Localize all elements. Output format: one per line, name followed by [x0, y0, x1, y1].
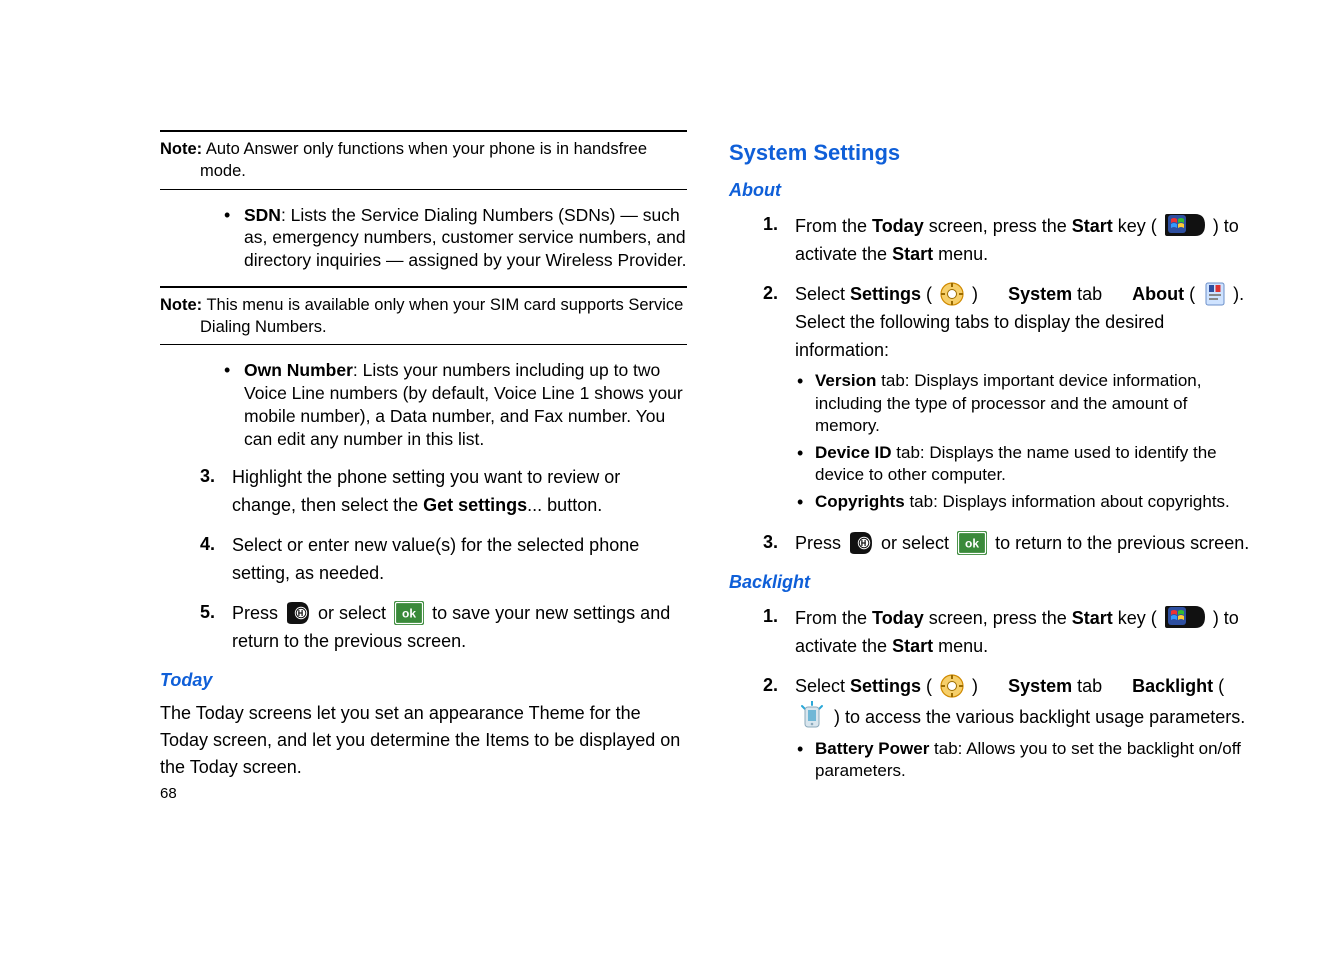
settings-label: Settings [850, 284, 921, 304]
step-number: 1. [763, 604, 795, 661]
about-step-1: 1. From the Today screen, press the Star… [763, 212, 1256, 269]
txt: tab [1072, 676, 1132, 696]
txt: key ( [1113, 608, 1162, 628]
ok-key-icon [286, 601, 310, 625]
start-key-icon [1165, 212, 1205, 238]
about-label: About [1132, 284, 1184, 304]
txt: key ( [1113, 216, 1162, 236]
settings-icon [940, 282, 964, 306]
bullet-own-number: Own Number: Lists your numbers including… [222, 359, 687, 450]
bullet-battery-power: Battery Power tab: Allows you to set the… [795, 738, 1256, 782]
txt: or select [881, 533, 954, 553]
txt: Select [795, 676, 850, 696]
ok-key-icon [849, 531, 873, 555]
step5-a: Press [232, 603, 283, 623]
device-id-label: Device ID [815, 443, 892, 462]
txt: menu. [933, 636, 988, 656]
txt: tab [1072, 284, 1132, 304]
backlight-label: Backlight [1132, 676, 1213, 696]
today-label: Today [872, 216, 924, 236]
txt: to return to the previous screen. [995, 533, 1249, 553]
step-number: 5. [200, 600, 232, 656]
step4-text: Select or enter new value(s) for the sel… [232, 532, 687, 588]
note-text: Auto Answer only functions when your pho… [200, 140, 647, 180]
txt: ) to access the various backlight usage … [829, 707, 1245, 727]
step-number: 3. [763, 530, 795, 558]
system-tab-label: System [1008, 284, 1072, 304]
about-icon [1203, 282, 1225, 306]
bullet-copyrights: Copyrights tab: Displays information abo… [795, 491, 1256, 513]
copyrights-label: Copyrights [815, 492, 905, 511]
txt: ( [921, 284, 937, 304]
sdn-label: SDN [244, 205, 281, 225]
version-label: Version [815, 371, 876, 390]
note-label: Note: [160, 296, 202, 314]
txt: ( [1184, 284, 1200, 304]
txt: From the [795, 216, 872, 236]
step-4: 4. Select or enter new value(s) for the … [200, 532, 687, 588]
txt: ( [1213, 676, 1224, 696]
note-label: Note: [160, 140, 202, 158]
step-number: 2. [763, 281, 795, 518]
start-menu-label: Start [892, 244, 933, 264]
txt: ) [967, 284, 1008, 304]
own-number-label: Own Number [244, 360, 353, 380]
start-label: Start [1072, 216, 1113, 236]
about-step-2: 2. Select Settings ( ) System tab About … [763, 281, 1256, 518]
step-number: 3. [200, 464, 232, 520]
txt: Press [795, 533, 846, 553]
txt: ( [921, 676, 937, 696]
txt: ) [967, 676, 1008, 696]
page-number: 68 [160, 784, 177, 804]
ok-button-icon [394, 601, 424, 625]
system-tab-label: System [1008, 676, 1072, 696]
step5-b: or select [318, 603, 391, 623]
note-auto-answer: Note: Auto Answer only functions when yo… [160, 138, 687, 183]
today-paragraph: The Today screens let you set an appeara… [160, 700, 687, 781]
copyrights-text: tab: Displays information about copyrigh… [905, 492, 1230, 511]
today-heading: Today [160, 668, 687, 692]
start-key-icon [1165, 604, 1205, 630]
sdn-text: : Lists the Service Dialing Numbers (SDN… [244, 205, 687, 271]
ok-button-icon [957, 531, 987, 555]
left-column: Note: Auto Answer only functions when yo… [160, 130, 687, 954]
backlight-step-2: 2. Select Settings ( ) System tab Backli… [763, 673, 1256, 787]
step-number: 1. [763, 212, 795, 269]
right-column: System Settings About 1. From the Today … [729, 130, 1256, 954]
step-5: 5. Press or select to save your new sett… [200, 600, 687, 656]
get-settings-label: Get settings [423, 495, 527, 515]
bullet-device-id: Device ID tab: Displays the name used to… [795, 442, 1256, 486]
txt: Select [795, 284, 850, 304]
txt: menu. [933, 244, 988, 264]
start-menu-label: Start [892, 636, 933, 656]
about-heading: About [729, 178, 1256, 202]
start-label: Start [1072, 608, 1113, 628]
backlight-icon [798, 701, 826, 729]
txt: screen, press the [924, 216, 1072, 236]
step-number: 4. [200, 532, 232, 588]
txt: From the [795, 608, 872, 628]
note-text: This menu is available only when your SI… [200, 296, 683, 336]
system-settings-heading: System Settings [729, 138, 1256, 168]
battery-power-label: Battery Power [815, 739, 929, 758]
settings-icon [940, 674, 964, 698]
step3-b: ... button. [527, 495, 602, 515]
bullet-sdn: SDN: Lists the Service Dialing Numbers (… [222, 204, 687, 272]
backlight-step-1: 1. From the Today screen, press the Star… [763, 604, 1256, 661]
step-number: 2. [763, 673, 795, 787]
settings-label: Settings [850, 676, 921, 696]
about-step-3: 3. Press or select to return to the prev… [763, 530, 1256, 558]
note-sim: Note: This menu is available only when y… [160, 294, 687, 339]
step-3: 3. Highlight the phone setting you want … [200, 464, 687, 520]
txt: screen, press the [924, 608, 1072, 628]
today-label: Today [872, 608, 924, 628]
bullet-version: Version tab: Displays important device i… [795, 370, 1256, 436]
backlight-heading: Backlight [729, 570, 1256, 594]
